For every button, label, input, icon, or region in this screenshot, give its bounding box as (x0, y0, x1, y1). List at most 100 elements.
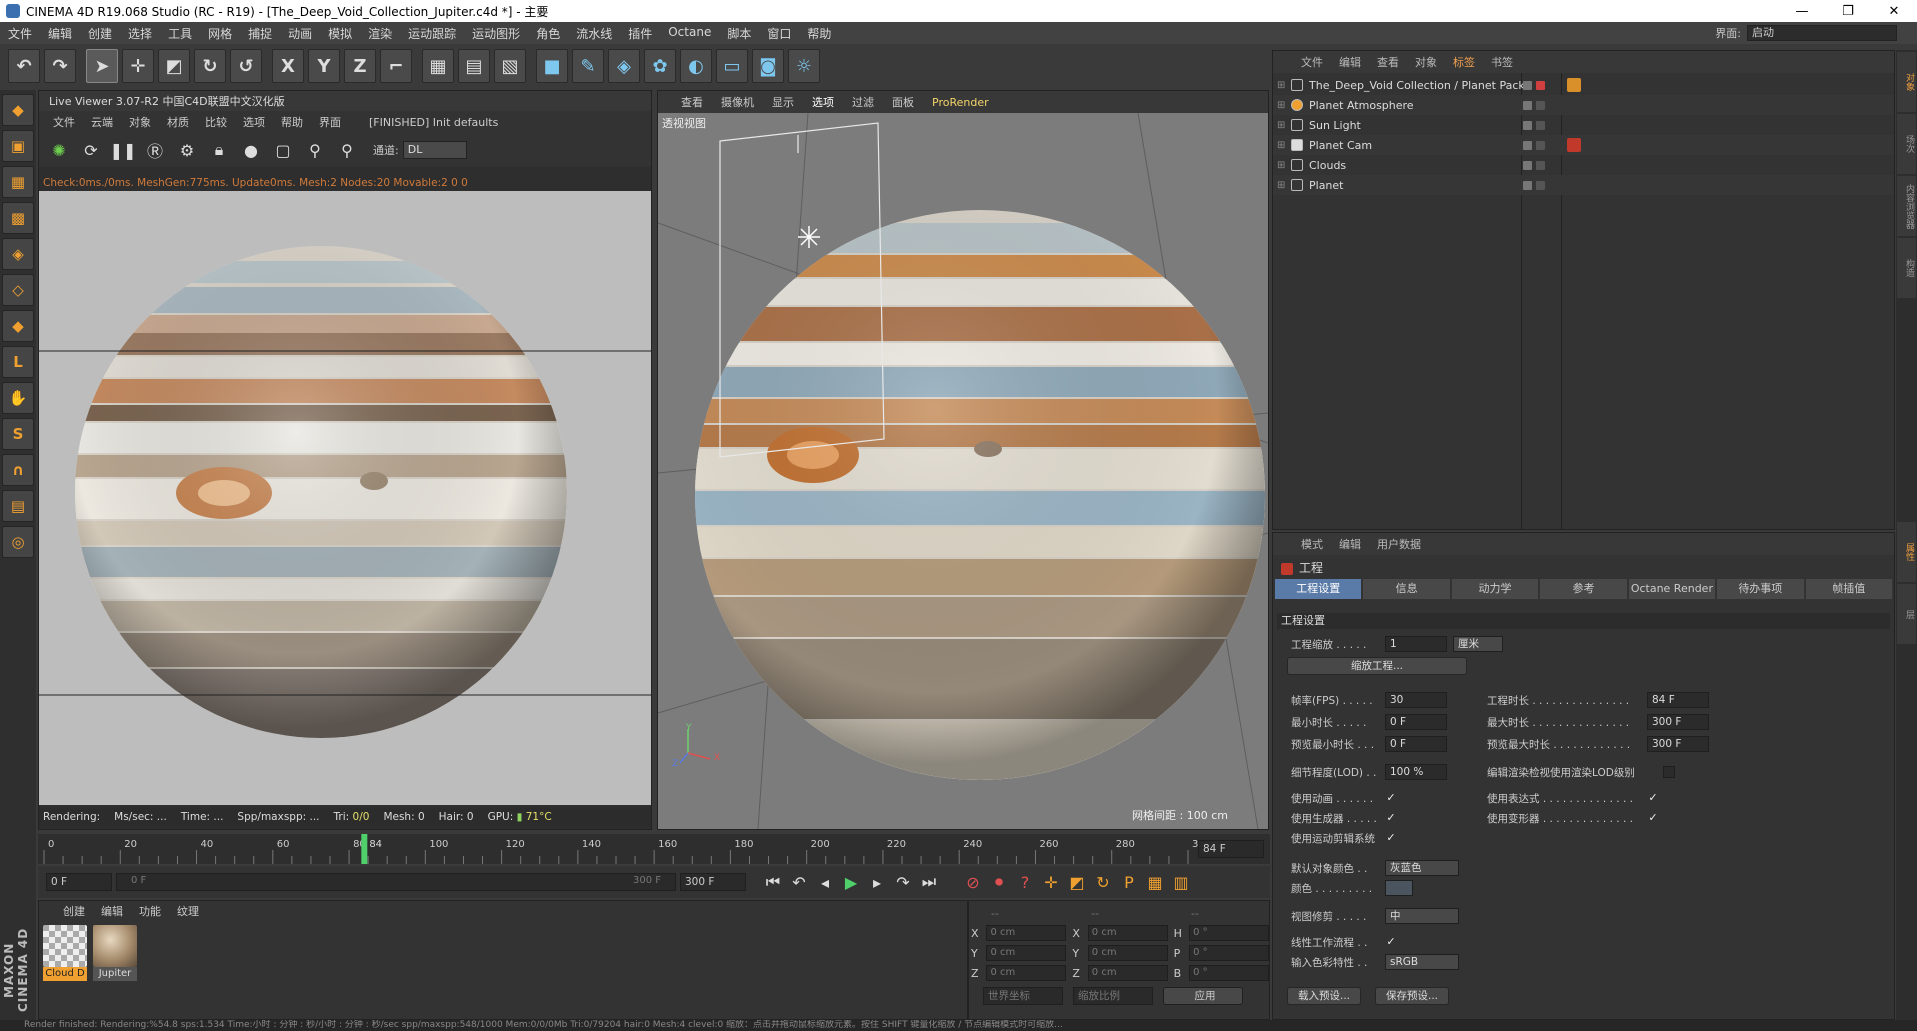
timeline-ruler[interactable]: 0204060801001201401601802002202402602803… (38, 834, 1270, 864)
visibility-flags[interactable] (1523, 140, 1545, 150)
cube-object-icon[interactable]: ■ (536, 49, 568, 83)
menu-item[interactable]: 运动图形 (464, 25, 528, 42)
attribute-tab[interactable]: 帧插值 (1805, 579, 1892, 599)
live-viewer-menu-item[interactable]: 云端 (83, 114, 121, 130)
channel-select[interactable]: DL (402, 141, 467, 159)
lod-field[interactable]: 100 % (1385, 764, 1447, 780)
move-tool-icon[interactable]: ✛ (122, 49, 154, 83)
dock-tab[interactable]: 层 (1897, 584, 1916, 644)
goto-start-button[interactable]: ⏮ (760, 869, 786, 895)
light-object-icon[interactable]: ☼ (788, 49, 820, 83)
lock-workplane-icon[interactable]: ▤ (2, 490, 34, 522)
coord-field[interactable]: 0 cm (986, 925, 1067, 941)
dock-tab[interactable]: 属性 (1897, 522, 1916, 582)
material-menu-item[interactable]: 创建 (55, 903, 93, 919)
edit-render-settings-icon[interactable]: ▧ (494, 49, 526, 83)
coord-scale-select[interactable]: 缩放比例 (1073, 987, 1153, 1005)
render-picture-viewer-icon[interactable]: ▤ (458, 49, 490, 83)
view-clip-select[interactable]: 中 (1385, 908, 1459, 924)
menu-item[interactable]: 创建 (80, 25, 120, 42)
viewport-canvas[interactable]: 透视视图 网格间距 : 100 cm Y X Z (658, 113, 1268, 829)
goto-end-button[interactable]: ⏭ (916, 869, 942, 895)
camera-tag-icon[interactable] (1567, 138, 1581, 152)
attribute-tab[interactable]: 参考 (1540, 579, 1627, 599)
dock-tab[interactable]: 场次 (1897, 114, 1916, 174)
magnet-tool-icon[interactable]: ∩ (2, 454, 34, 486)
coord-field[interactable]: 0 ° (1189, 925, 1269, 941)
visibility-flags[interactable] (1523, 120, 1545, 130)
use-generators-checkbox[interactable]: ✓ (1385, 812, 1397, 824)
coord-field[interactable]: 0 ° (1189, 945, 1269, 961)
coord-field[interactable]: 0 cm (986, 945, 1067, 961)
workplane-mode-icon[interactable]: ▩ (2, 202, 34, 234)
attribute-menu-item[interactable]: 编辑 (1331, 536, 1369, 552)
viewport-menu-item[interactable]: 选项 (803, 94, 843, 110)
menu-item[interactable]: 编辑 (40, 25, 80, 42)
live-viewer-menu-item[interactable]: 帮助 (273, 114, 311, 130)
undo-button-icon[interactable]: ↶ (8, 49, 40, 83)
visibility-dots-icon[interactable] (1536, 100, 1545, 110)
select-tool-icon[interactable]: ➤ (86, 49, 118, 83)
scale-tool-icon[interactable]: ◩ (158, 49, 190, 83)
menu-item[interactable]: 运动跟踪 (400, 25, 464, 42)
key-scale-button[interactable]: ◩ (1064, 869, 1090, 895)
material-item[interactable]: Cloud D (43, 925, 87, 983)
key-param-button[interactable]: P (1116, 869, 1142, 895)
layer-flag-icon[interactable] (1523, 80, 1532, 90)
points-mode-icon[interactable]: ◈ (2, 238, 34, 270)
material-preview-icon[interactable]: ● (237, 136, 265, 164)
end-frame-field[interactable]: 300 F (680, 873, 746, 891)
menu-item[interactable]: 模拟 (320, 25, 360, 42)
object-row[interactable]: ⊞ Planet Atmosphere (1273, 95, 1894, 115)
visibility-flags[interactable] (1523, 160, 1545, 170)
visibility-dots-icon[interactable] (1536, 120, 1545, 130)
preview-min-field[interactable]: 0 F (1385, 736, 1447, 752)
scale-project-button[interactable]: 缩放工程... (1287, 657, 1467, 675)
key-help-button[interactable]: ? (1012, 869, 1038, 895)
lock-icon[interactable]: 🔒︎ (205, 136, 233, 164)
menu-item[interactable]: 帮助 (799, 25, 839, 42)
keyframe-selection-button[interactable]: ⊘ (960, 869, 986, 895)
color-swatch[interactable] (1385, 880, 1413, 896)
preview-max-field[interactable]: 300 F (1647, 736, 1709, 752)
viewport-menu-item[interactable]: 显示 (763, 94, 803, 110)
expand-icon[interactable]: ⊞ (1277, 100, 1291, 111)
recent-tool-icon[interactable]: ↺ (230, 49, 262, 83)
current-frame-field[interactable]: 84 F (1198, 840, 1264, 858)
deformer-icon[interactable]: ◐ (680, 49, 712, 83)
autokey-button[interactable]: ⏺ (986, 869, 1012, 895)
prev-key-button[interactable]: ↶ (786, 869, 812, 895)
material-item[interactable]: Jupiter (93, 925, 137, 983)
use-expression-checkbox[interactable]: ✓ (1647, 792, 1659, 804)
expand-icon[interactable]: ⊞ (1277, 180, 1291, 191)
floor-object-icon[interactable]: ▭ (716, 49, 748, 83)
attribute-tab[interactable]: 信息 (1363, 579, 1450, 599)
object-row[interactable]: ⊞ Planet (1273, 175, 1894, 195)
redo-button-icon[interactable]: ↷ (44, 49, 76, 83)
key-rotation-button[interactable]: ↻ (1090, 869, 1116, 895)
menu-item[interactable]: 工具 (160, 25, 200, 42)
menu-item[interactable]: Octane (660, 25, 719, 42)
viewport-menu-item[interactable]: 查看 (672, 94, 712, 110)
project-scale-unit-select[interactable]: 厘米 (1453, 636, 1503, 652)
viewport-menu-item[interactable]: 摄像机 (712, 94, 763, 110)
save-preset-button[interactable]: 保存预设... (1375, 987, 1449, 1005)
rotate-tool-icon[interactable]: ↻ (194, 49, 226, 83)
visibility-flags[interactable] (1523, 180, 1545, 190)
key-position-button[interactable]: ✛ (1038, 869, 1064, 895)
layout-select[interactable]: 启动 (1747, 25, 1897, 41)
viewport-menu-item[interactable]: ProRender (923, 96, 998, 109)
material-menu-item[interactable]: 编辑 (93, 903, 131, 919)
menu-item[interactable]: 选择 (120, 25, 160, 42)
coord-field[interactable]: 0 cm (1087, 945, 1168, 961)
texture-mode-icon[interactable]: ▦ (2, 166, 34, 198)
timeline-button[interactable]: ▥ (1168, 869, 1194, 895)
visibility-dots-icon[interactable] (1536, 140, 1545, 150)
menu-item[interactable]: 捕捉 (240, 25, 280, 42)
object-menu-item[interactable]: 文件 (1293, 54, 1331, 70)
x-axis-lock-icon[interactable]: X (272, 49, 304, 83)
polygons-mode-icon[interactable]: ◆ (2, 310, 34, 342)
frame-range-slider[interactable]: 0 F 300 F (116, 873, 676, 891)
dock-tab[interactable]: 构造 (1897, 238, 1916, 298)
menu-item[interactable]: 动画 (280, 25, 320, 42)
